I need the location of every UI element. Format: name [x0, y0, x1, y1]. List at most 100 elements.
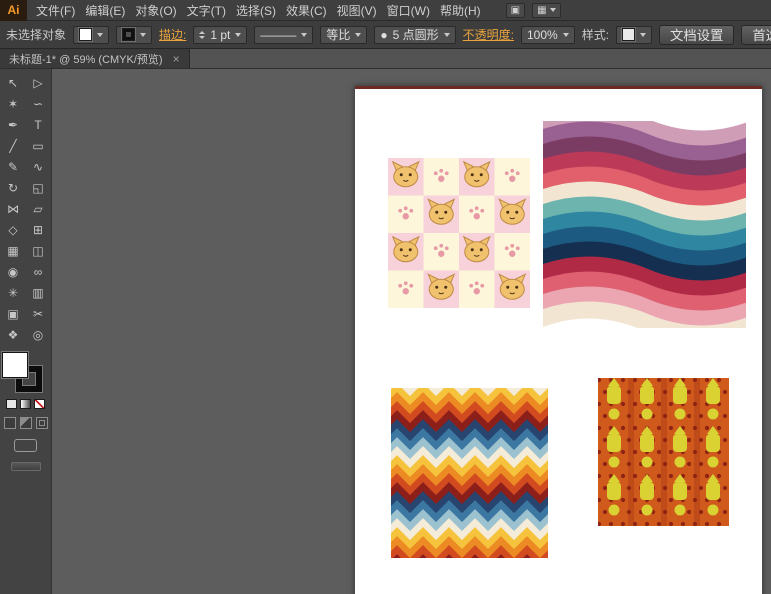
stepper-up-icon[interactable] [199, 31, 205, 34]
tool-icon: ∞ [34, 265, 43, 279]
menu-item[interactable]: 窗口(W) [382, 0, 435, 20]
selection-status: 未选择对象 [6, 26, 66, 43]
fill-color-box[interactable] [2, 352, 28, 378]
zoom-tool[interactable]: ◎ [26, 324, 51, 345]
rotate-tool[interactable]: ↻ [1, 177, 26, 198]
canvas[interactable] [52, 69, 771, 594]
draw-inside-icon[interactable] [36, 417, 48, 429]
pen-tool[interactable]: ✒ [1, 114, 26, 135]
selection-tool[interactable]: ↖ [1, 72, 26, 93]
chevron-down-icon [550, 8, 556, 12]
perspective-grid-tool[interactable]: ⊞ [26, 219, 51, 240]
style-swatch-icon [622, 28, 635, 41]
chevron-down-icon [563, 33, 569, 37]
profile-dropdown[interactable]: 等比 [320, 26, 367, 44]
column-graph-tool[interactable]: ▥ [26, 282, 51, 303]
menu-item[interactable]: 帮助(H) [435, 0, 486, 20]
stroke-color-dropdown[interactable] [116, 26, 152, 44]
eyedropper-tool[interactable]: ◉ [1, 261, 26, 282]
screen-mode-icon[interactable] [14, 439, 37, 452]
none-mode-icon[interactable] [34, 399, 45, 409]
preferences-button[interactable]: 首选项 [741, 25, 771, 45]
shape-builder-tool[interactable]: ◇ [1, 219, 26, 240]
menu-item[interactable]: 文字(T) [182, 0, 231, 20]
style-dropdown[interactable] [616, 26, 652, 44]
workspace: ↖ ▷ ✶ ∽ ✒ [0, 69, 771, 594]
stroke-weight-stepper[interactable]: 1 pt [193, 26, 247, 44]
fill-stroke-indicator [1, 352, 45, 394]
mesh-tool[interactable]: ▦ [1, 240, 26, 261]
stepper-arrows-icon[interactable] [199, 31, 205, 39]
pencil-tool[interactable]: ∿ [26, 156, 51, 177]
chevron-down-icon [355, 33, 361, 37]
artboard[interactable] [355, 86, 762, 594]
tool-icon: ⊞ [33, 223, 43, 237]
stroke-panel-link[interactable]: 描边: [159, 26, 186, 43]
width-tool[interactable]: ⋈ [1, 198, 26, 219]
tool-icon: ✒ [8, 118, 18, 132]
lasso-tool[interactable]: ∽ [26, 93, 51, 114]
menu-item[interactable]: 对象(O) [130, 0, 181, 20]
tool-icon: ▣ [7, 307, 18, 321]
stepper-down-icon[interactable] [199, 36, 205, 39]
launch-bridge-button[interactable]: ▣ [506, 3, 525, 18]
magic-wand-tool[interactable]: ✶ [1, 93, 26, 114]
width-profile-line-icon: ——— [260, 28, 296, 42]
gradient-mode-icon[interactable] [20, 399, 31, 409]
artboard-tool[interactable]: ▣ [1, 303, 26, 324]
tool-icon: ✶ [8, 97, 18, 111]
gradient-tool[interactable]: ◫ [26, 240, 51, 261]
ornate-pattern-swatch[interactable] [598, 378, 729, 526]
document-tab-bar: 未标题-1* @ 59% (CMYK/预览) × [0, 49, 771, 69]
tool-icon: ◉ [8, 265, 18, 279]
hand-tool[interactable]: ❖ [1, 324, 26, 345]
profile-value: 等比 [326, 26, 350, 43]
tool-icon: ❖ [8, 328, 19, 342]
free-transform-tool[interactable]: ▱ [26, 198, 51, 219]
paintbrush-tool[interactable]: ✎ [1, 156, 26, 177]
tool-icon: ✂ [33, 307, 43, 321]
width-profile-dropdown[interactable]: ——— [254, 26, 313, 44]
type-tool[interactable]: T [26, 114, 51, 135]
menu-item[interactable]: 文件(F) [31, 0, 80, 20]
chevron-down-icon [97, 33, 103, 37]
panel-collapse-icon[interactable] [11, 462, 41, 471]
arrange-documents-button[interactable]: ▦ [532, 3, 560, 18]
drawing-mode-buttons [4, 417, 48, 429]
fill-color-dropdown[interactable] [73, 26, 109, 44]
rectangle-tool[interactable]: ▭ [26, 135, 51, 156]
wave-pattern-swatch[interactable] [543, 121, 746, 328]
menu-item[interactable]: 视图(V) [332, 0, 382, 20]
chevron-down-icon [640, 33, 646, 37]
tool-icon: ▱ [33, 202, 42, 216]
bridge-icon: ▣ [511, 5, 520, 16]
menu-item[interactable]: 选择(S) [231, 0, 281, 20]
cat-pattern-swatch[interactable] [388, 158, 530, 308]
paint-style-buttons [6, 399, 45, 409]
line-segment-tool[interactable]: ╱ [1, 135, 26, 156]
brush-definition-dropdown[interactable]: ● 5 点圆形 [374, 26, 455, 44]
symbol-sprayer-tool[interactable]: ✳ [1, 282, 26, 303]
opacity-panel-link[interactable]: 不透明度: [463, 26, 514, 43]
draw-normal-icon[interactable] [4, 417, 16, 429]
tools-grid: ↖ ▷ ✶ ∽ ✒ [1, 72, 51, 345]
document-tab[interactable]: 未标题-1* @ 59% (CMYK/预览) × [0, 49, 190, 68]
chevron-pattern-swatch[interactable] [391, 388, 548, 558]
opacity-dropdown[interactable]: 100% [521, 26, 575, 44]
chevron-down-icon [444, 33, 450, 37]
blend-tool[interactable]: ∞ [26, 261, 51, 282]
menu-item[interactable]: 编辑(E) [80, 0, 130, 20]
color-mode-icon[interactable] [6, 399, 17, 409]
menu-item[interactable]: 效果(C) [281, 0, 332, 20]
stroke-weight-value: 1 pt [210, 28, 230, 42]
tool-icon: ◱ [32, 181, 43, 195]
chevron-down-icon [235, 33, 241, 37]
draw-behind-icon[interactable] [20, 417, 32, 429]
document-setup-button[interactable]: 文档设置 [659, 25, 734, 45]
direct-selection-tool[interactable]: ▷ [26, 72, 51, 93]
slice-tool[interactable]: ✂ [26, 303, 51, 324]
menu-bar-items: 文件(F) 编辑(E) 对象(O) 文字(T) 选择(S) 效果(C) 视图(V… [31, 0, 486, 20]
arrange-documents-icon: ▦ [537, 5, 546, 16]
tab-close-icon[interactable]: × [173, 53, 180, 65]
scale-tool[interactable]: ◱ [26, 177, 51, 198]
